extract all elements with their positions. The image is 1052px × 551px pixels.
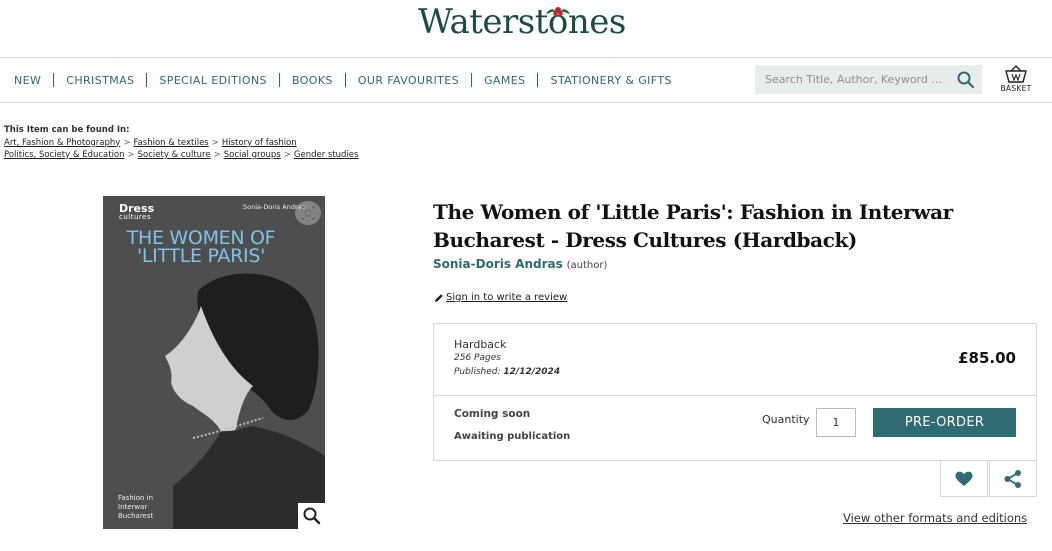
share-button[interactable] [989, 460, 1037, 497]
magnifier-icon [303, 507, 321, 525]
product-title: The Women of 'Little Paris': Fashion in … [433, 200, 953, 252]
cover-series: Dress cultures [119, 202, 155, 221]
nav-divider [53, 73, 55, 87]
page-count: 256 Pages [454, 353, 501, 363]
author-link[interactable]: Sonia-Doris Andras [433, 257, 563, 271]
nav-item-special-editions[interactable]: SPECIAL EDITIONS [159, 74, 267, 87]
availability-status: Coming soon [454, 408, 531, 420]
breadcrumb-link[interactable]: Social groups [224, 150, 281, 160]
book-cover[interactable]: Dress cultures Sonia-Doris Andras THE WO… [103, 196, 325, 529]
nav-item-games[interactable]: GAMES [484, 74, 525, 87]
publication-status: Awaiting publication [454, 431, 571, 442]
search-input[interactable] [755, 65, 950, 94]
category-breadcrumbs: This Item can be found In: Art, Fashion … [4, 124, 358, 162]
breadcrumbs-label: This Item can be found In: [4, 125, 130, 135]
cover-title: THE WOMEN OF 'LITTLE PARIS' [126, 227, 276, 267]
nav-item-new[interactable]: NEW [14, 74, 41, 87]
search-icon[interactable] [956, 70, 976, 90]
pencil-icon [435, 293, 443, 302]
look-inside-button[interactable] [295, 201, 321, 225]
nav-divider [278, 73, 280, 87]
nav-item-our-favourites[interactable]: OUR FAVOURITES [358, 74, 459, 87]
waterstones-logo[interactable]: Waterstones [418, 2, 626, 42]
basket-icon [1005, 65, 1027, 83]
wishlist-button[interactable] [940, 460, 988, 497]
purchase-box: Hardback 256 Pages Published: 12/12/2024… [433, 323, 1037, 461]
breadcrumb: Politics, Society & Education > Society & … [4, 150, 359, 160]
breadcrumb-link[interactable]: Gender studies [294, 150, 359, 160]
nav-item-stationery-gifts[interactable]: STATIONERY & GIFTS [550, 74, 671, 87]
basket-button[interactable]: BASKET [996, 64, 1036, 98]
write-review-label: Sign in to write a review [446, 292, 568, 303]
heart-icon [955, 471, 973, 486]
divider [434, 395, 1036, 396]
breadcrumb-link[interactable]: Art, Fashion & Photography [4, 138, 120, 148]
quantity-label: Quantity [762, 413, 810, 426]
nav-divider [146, 73, 148, 87]
main-nav: NEW CHRISTMAS SPECIAL EDITIONS BOOKS OUR… [14, 73, 672, 87]
author-role: (author) [566, 260, 608, 271]
publication-date: Published: 12/12/2024 [454, 367, 561, 377]
cover-subtitle: Fashion in Interwar Bucharest [118, 494, 154, 520]
holly-icon [546, 7, 570, 16]
share-icon [1004, 469, 1021, 488]
breadcrumb-link[interactable]: Fashion & textiles [133, 138, 208, 148]
search-box [755, 65, 982, 94]
format-label: Hardback [454, 338, 507, 351]
zoom-button[interactable] [298, 503, 325, 529]
nav-item-books[interactable]: BOOKS [292, 74, 333, 87]
author-line: Sonia-Doris Andras (author) [433, 257, 607, 271]
nav-bar: NEW CHRISTMAS SPECIAL EDITIONS BOOKS OUR… [0, 58, 1052, 103]
pre-order-button[interactable]: PRE-ORDER [873, 408, 1016, 437]
breadcrumb: Art, Fashion & Photography > Fashion & tex… [4, 137, 297, 148]
scan-icon [301, 206, 315, 220]
breadcrumb-link[interactable]: Society & culture [138, 150, 211, 160]
price: £85.00 [958, 349, 1016, 367]
logo-bar: Waterstones [0, 0, 1052, 58]
nav-divider [537, 73, 539, 87]
basket-label: BASKET [1000, 84, 1032, 93]
write-review-link[interactable]: Sign in to write a review [434, 292, 567, 303]
nav-item-christmas[interactable]: CHRISTMAS [66, 74, 134, 87]
other-formats-link[interactable]: View other formats and editions [843, 511, 1027, 525]
quantity-input[interactable] [816, 408, 856, 437]
breadcrumb-link[interactable]: Politics, Society & Education [4, 150, 125, 160]
breadcrumb-link[interactable]: History of fashion [222, 138, 297, 148]
nav-divider [471, 73, 472, 87]
nav-divider [344, 73, 346, 87]
